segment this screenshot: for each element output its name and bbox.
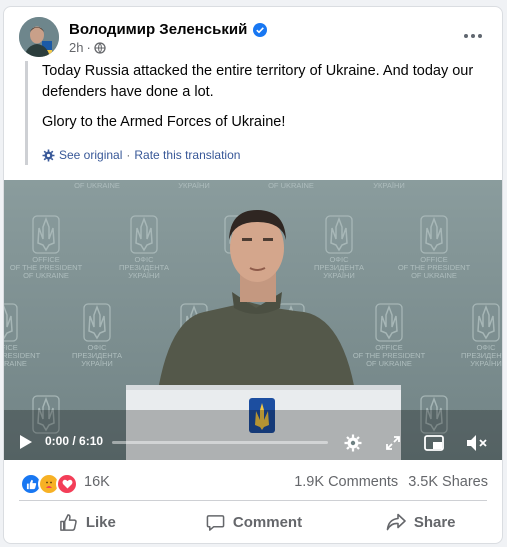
like-button[interactable]: Like (4, 504, 171, 540)
svg-text:OF UKRAINE: OF UKRAINE (268, 181, 314, 190)
post-card: Володимир Зеленський 2h · Today Russia a… (3, 6, 503, 544)
comment-icon (206, 514, 225, 531)
post-meta: 2h · (69, 40, 106, 55)
post-time[interactable]: 2h (69, 40, 83, 55)
svg-text:OF UKRAINE: OF UKRAINE (74, 181, 120, 190)
video-progress-bar[interactable] (112, 441, 328, 444)
love-reaction-icon (56, 473, 78, 495)
post-actions: Like Comment Share (4, 504, 502, 540)
share-button[interactable]: Share (337, 504, 502, 540)
svg-text:OF UKRAINE: OF UKRAINE (411, 271, 457, 280)
comment-label: Comment (232, 513, 303, 531)
play-icon[interactable] (19, 434, 33, 450)
svg-text:OF UKRAINE: OF UKRAINE (4, 359, 27, 368)
see-original-link[interactable]: See original (59, 148, 122, 162)
rate-translation-link[interactable]: Rate this translation (134, 148, 240, 162)
more-dot-icon (464, 34, 468, 38)
svg-text:УКРАЇНИ: УКРАЇНИ (373, 181, 405, 190)
translation-links: See original · Rate this translation (42, 148, 240, 162)
author-label[interactable]: Володимир Зеленський (69, 21, 247, 38)
picture-in-picture-icon[interactable] (424, 435, 444, 451)
video-time: 0:00 / 6:10 (45, 434, 104, 448)
svg-text:УКРАЇНИ: УКРАЇНИ (470, 359, 502, 368)
like-label: Like (85, 513, 116, 531)
reactions-count[interactable]: 16K (84, 474, 110, 490)
more-options-button[interactable] (461, 25, 482, 43)
author-name[interactable]: Володимир Зеленський (69, 21, 268, 38)
globe-icon (94, 41, 106, 54)
svg-text:OF UKRAINE: OF UKRAINE (23, 271, 69, 280)
gear-icon (42, 149, 55, 161)
share-label: Share (413, 513, 456, 531)
post-paragraph-2: Glory to the Armed Forces of Ukraine! (42, 114, 286, 130)
video-controls: 0:00 / 6:10 (4, 425, 502, 459)
post-paragraph-1: Today Russia attacked the entire territo… (42, 63, 474, 100)
verified-badge-icon (253, 22, 268, 37)
fullscreen-icon[interactable] (385, 435, 401, 451)
actions-divider (19, 500, 487, 501)
avatar[interactable] (19, 17, 59, 57)
svg-text:УКРАЇНИ: УКРАЇНИ (81, 359, 113, 368)
video-frame: OFFICEOF THE PRESIDENTOF UKRAINE ОФІСПРЕ… (4, 180, 502, 460)
settings-icon[interactable] (344, 434, 362, 452)
link-separator: · (126, 148, 131, 162)
comment-button[interactable]: Comment (171, 504, 338, 540)
meta-dot: · (86, 40, 91, 55)
shares-count[interactable]: 3.5K Shares (408, 474, 488, 490)
translated-text: Today Russia attacked the entire territo… (25, 61, 485, 165)
svg-text:OF UKRAINE: OF UKRAINE (366, 359, 412, 368)
comments-count[interactable]: 1.9K Comments (294, 474, 398, 490)
video-player[interactable]: OFFICE OF THE PRESIDENT OF UKRAINE ОФІС ПРЕ… (4, 180, 502, 460)
svg-text:УКРАЇНИ: УКРАЇНИ (128, 271, 160, 280)
mute-icon[interactable] (466, 434, 488, 452)
svg-text:УКРАЇНИ: УКРАЇНИ (323, 271, 355, 280)
share-icon (386, 513, 406, 531)
svg-text:УКРАЇНИ: УКРАЇНИ (178, 181, 210, 190)
reaction-icons[interactable] (20, 473, 78, 495)
post-stats: 16K 1.9K Comments 3.5K Shares (4, 467, 502, 499)
engagement-stats: 1.9K Comments 3.5K Shares (294, 474, 488, 490)
thumbs-up-icon (59, 513, 77, 531)
